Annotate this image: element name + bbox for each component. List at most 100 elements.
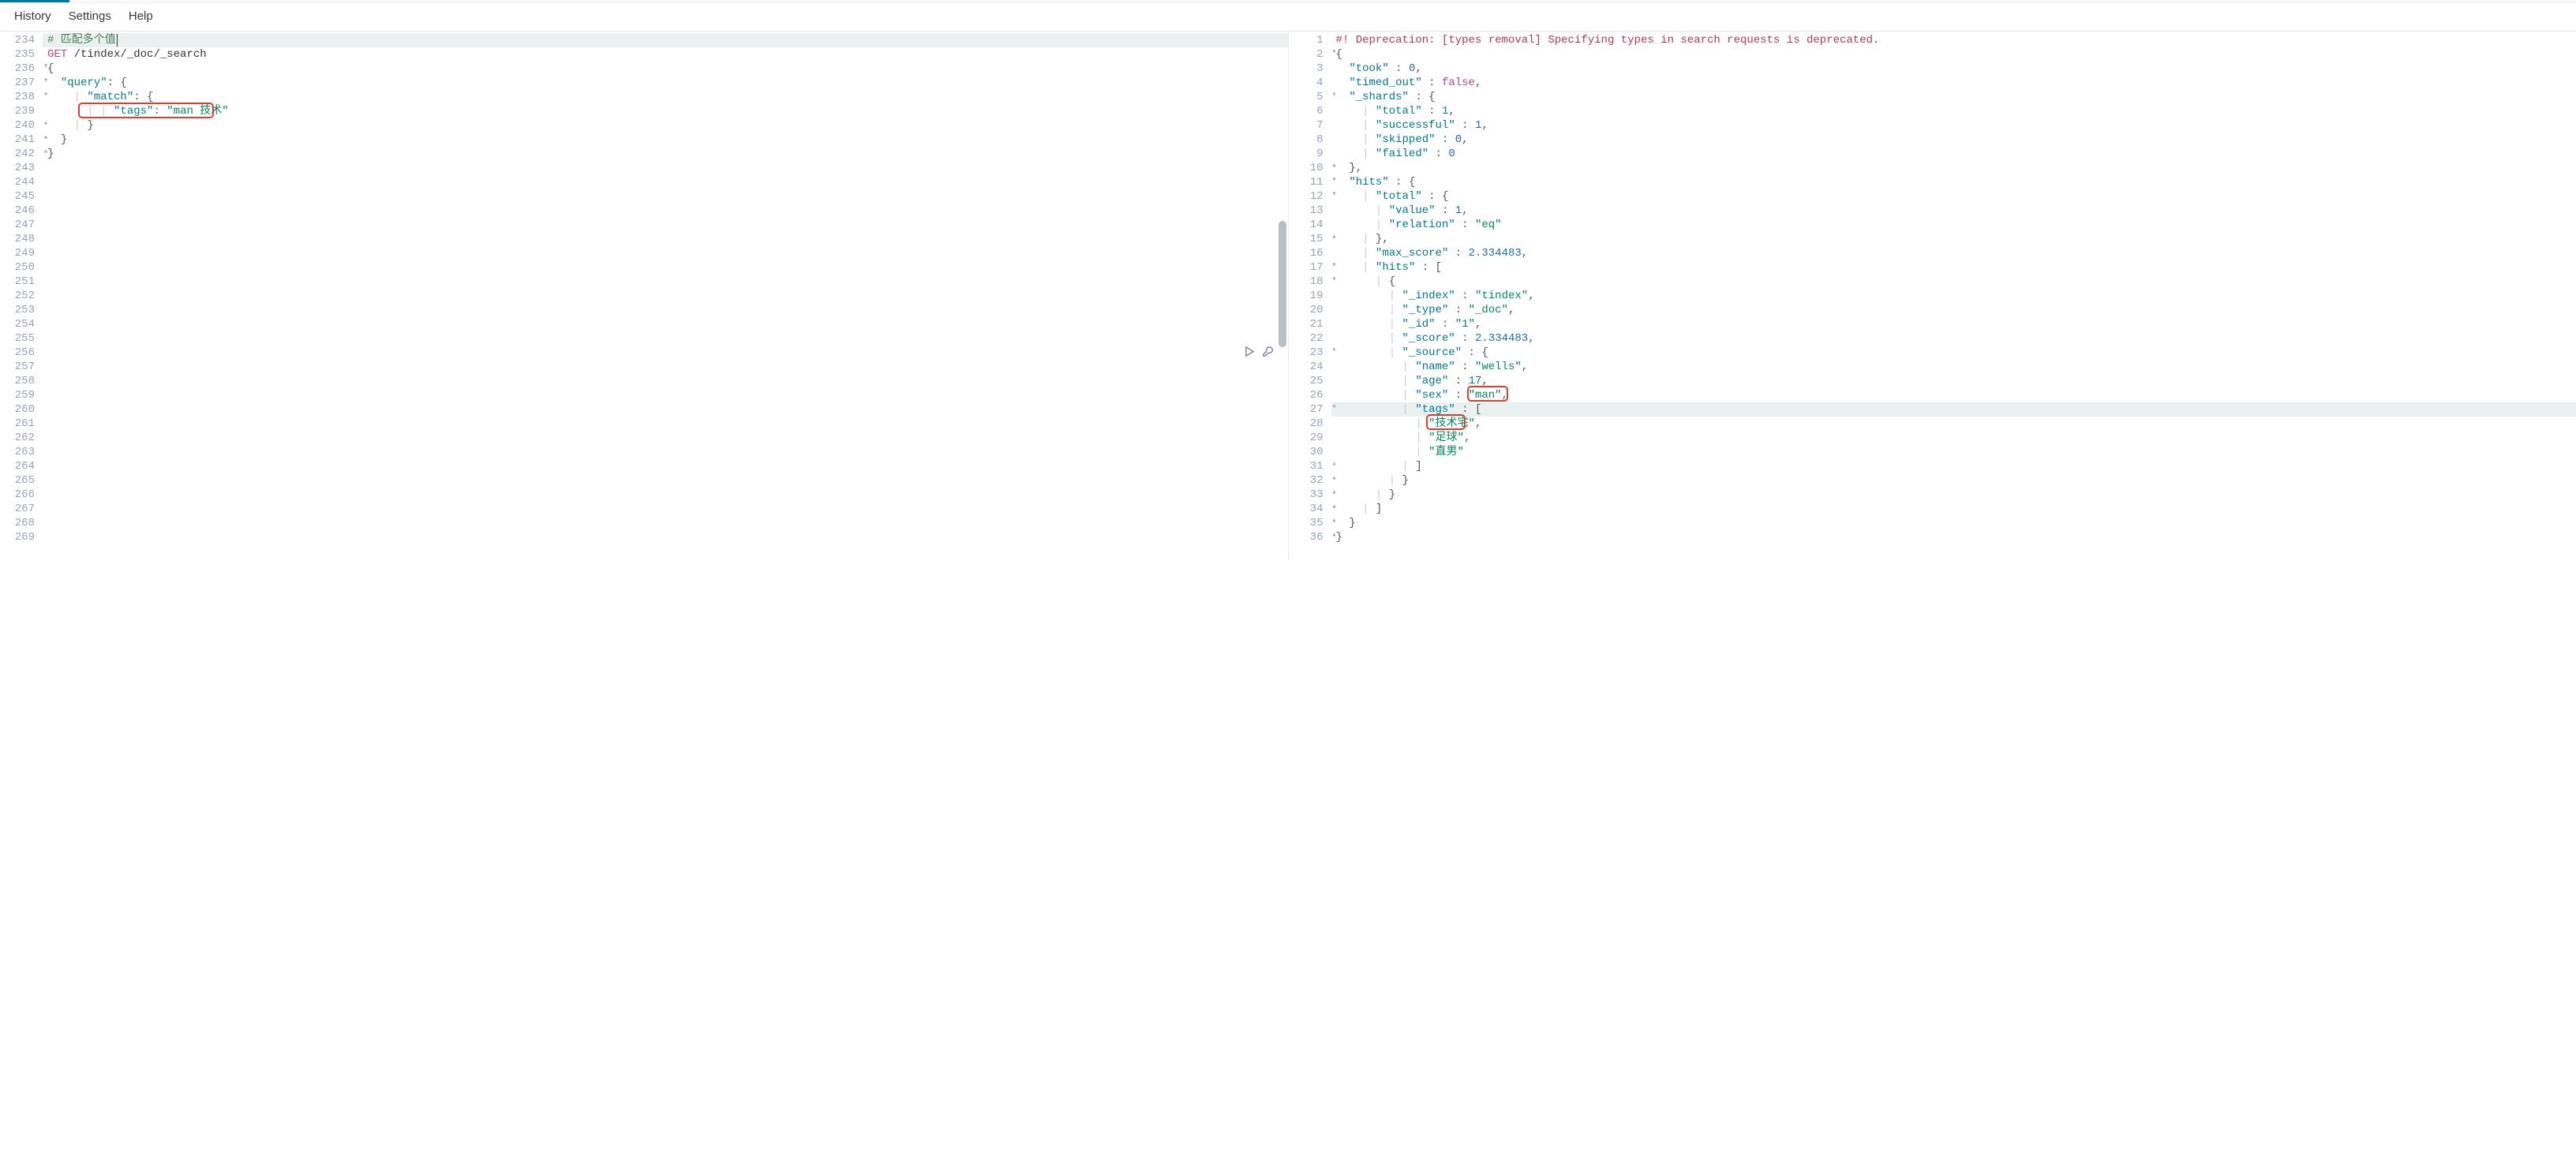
code-line[interactable] [47,218,1288,232]
code-line[interactable] [47,232,1288,246]
fold-toggle[interactable]: ▾ [1330,275,1339,284]
code-line[interactable] [47,260,1288,275]
code-line: | { [1336,275,2576,289]
code-line[interactable] [47,473,1288,488]
code-line: | "max_score" : 2.334483, [1336,246,2576,260]
code-line: | "_id" : "1", [1336,317,2576,331]
fold-toggle[interactable]: ▴ [1330,473,1339,483]
fold-toggle[interactable]: ▴ [41,133,51,142]
code-line[interactable] [47,331,1288,346]
fold-toggle[interactable]: ▴ [1330,516,1339,525]
code-line: | "total" : { [1336,189,2576,204]
code-line: | "直男" [1336,445,2576,459]
code-line[interactable] [47,317,1288,331]
code-line[interactable] [47,189,1288,204]
code-line[interactable]: # 匹配多个值 [47,33,1288,47]
fold-toggle[interactable]: ▴ [41,118,51,128]
code-line[interactable] [47,530,1288,544]
code-line: | "failed" : 0 [1336,147,2576,161]
code-line[interactable] [47,246,1288,260]
code-line: }, [1336,161,2576,175]
wrench-icon[interactable] [1262,346,1274,361]
request-editor[interactable]: 2342352362372382392402412422432442452462… [0,32,1289,560]
code-line: | ] [1336,502,2576,516]
code-line[interactable] [47,431,1288,445]
menu-history[interactable]: History [14,9,51,23]
code-line: | } [1336,473,2576,488]
fold-toggle[interactable]: ▴ [1330,161,1339,170]
code-line: "hits" : { [1336,175,2576,189]
run-query-icon[interactable] [1244,346,1256,361]
fold-toggle[interactable]: ▴ [1330,502,1339,511]
fold-toggle[interactable]: ▴ [1330,459,1339,469]
code-line[interactable] [47,445,1288,459]
fold-toggle[interactable]: ▴ [1330,530,1339,540]
code-line: } [1336,516,2576,530]
code-line: | "足球", [1336,431,2576,445]
code-line: | "successful" : 1, [1336,118,2576,133]
code-line: | "_score" : 2.334483, [1336,331,2576,346]
code-line: | "value" : 1, [1336,204,2576,218]
editor-scrollbar[interactable] [1279,32,1286,560]
fold-toggle[interactable]: ▴ [1330,488,1339,497]
code-line[interactable] [47,417,1288,431]
code-line: | "relation" : "eq" [1336,218,2576,232]
fold-toggle[interactable]: ▾ [1330,260,1339,270]
code-line[interactable] [47,374,1288,388]
code-line[interactable] [47,303,1288,317]
fold-toggle[interactable]: ▴ [41,147,51,156]
code-line[interactable] [47,402,1288,417]
code-line[interactable] [47,488,1288,502]
fold-toggle[interactable]: ▾ [1330,90,1339,99]
code-line: "timed_out" : false, [1336,76,2576,90]
code-line[interactable] [47,161,1288,175]
code-line[interactable]: | | "tags": "man 技术" [47,104,1288,118]
fold-toggle[interactable]: ▾ [1330,346,1339,355]
request-action-icons [1244,346,1274,361]
response-viewer[interactable]: ⋮ 12345678910111213141516171819202122232… [1289,32,2576,560]
menu-settings[interactable]: Settings [69,9,111,23]
code-line[interactable]: { [47,62,1288,76]
code-line[interactable] [47,502,1288,516]
code-line[interactable]: "query": { [47,76,1288,90]
code-line[interactable] [47,388,1288,402]
fold-toggle[interactable]: ▾ [1330,175,1339,185]
code-line: | "total" : 1, [1336,104,2576,118]
code-line[interactable] [47,346,1288,360]
code-line[interactable]: } [47,133,1288,147]
code-line: "took" : 0, [1336,62,2576,76]
code-line[interactable]: } [47,147,1288,161]
workspace: 2342352362372382392402412422432442452462… [0,32,2576,560]
code-line: { [1336,47,2576,62]
request-code[interactable]: # 匹配多个值GET /tindex/_doc/_search{ "query"… [47,32,1288,560]
code-line[interactable] [47,289,1288,303]
code-line[interactable] [47,175,1288,189]
code-line: | } [1336,488,2576,502]
fold-toggle[interactable]: ▾ [41,62,51,71]
code-line[interactable]: | "match": { [47,90,1288,104]
code-line: | "_type" : "_doc", [1336,303,2576,317]
code-line[interactable]: GET /tindex/_doc/_search [47,47,1288,62]
response-code: #! Deprecation: [types removal] Specifyi… [1336,32,2576,560]
code-line[interactable] [47,459,1288,473]
code-line: | "_source" : { [1336,346,2576,360]
code-line: | }, [1336,232,2576,246]
menu-help[interactable]: Help [129,9,153,23]
code-line: #! Deprecation: [types removal] Specifyi… [1336,33,2576,47]
fold-toggle[interactable]: ▾ [1330,189,1339,199]
fold-toggle[interactable]: ▴ [1330,232,1339,241]
code-line: | "hits" : [ [1336,260,2576,275]
code-line: | ] [1336,459,2576,473]
code-line: | "name" : "wells", [1336,360,2576,374]
fold-toggle[interactable]: ▾ [41,76,51,85]
fold-toggle[interactable]: ▾ [1330,47,1339,57]
fold-toggle[interactable]: ▾ [41,90,51,99]
code-line[interactable] [47,275,1288,289]
fold-toggle[interactable]: ▾ [1330,402,1339,412]
menu-bar: History Settings Help [0,3,2576,32]
code-line[interactable] [47,360,1288,374]
code-line[interactable]: | } [47,118,1288,133]
code-line: | "_index" : "tindex", [1336,289,2576,303]
code-line[interactable] [47,204,1288,218]
code-line[interactable] [47,516,1288,530]
